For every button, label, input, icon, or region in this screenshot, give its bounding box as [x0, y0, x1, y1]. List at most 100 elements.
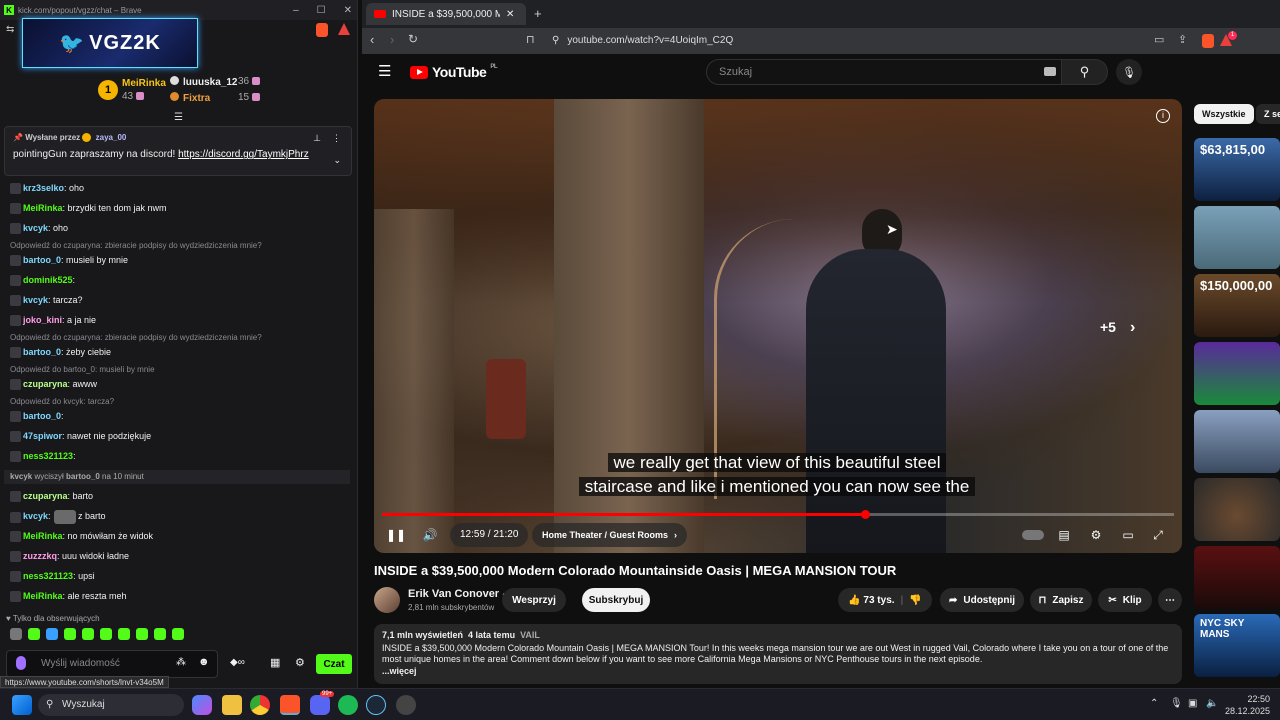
emote-icon[interactable] [172, 628, 184, 640]
share-button[interactable]: ➦ Udostępnij [940, 588, 1024, 612]
leader-name[interactable]: MeiRinka [122, 78, 166, 89]
related-thumbnail[interactable] [1194, 206, 1280, 269]
more-options-icon[interactable]: ⋮ [332, 133, 341, 144]
bookmark-icon[interactable]: ⊓ [526, 33, 535, 46]
cast-icon[interactable]: ▭ [1154, 33, 1164, 46]
brave-shield-icon[interactable] [1202, 34, 1214, 48]
windows-start-icon[interactable] [12, 695, 32, 715]
more-actions-button[interactable]: ⋯ [1158, 588, 1182, 612]
autoplay-toggle[interactable] [1020, 525, 1046, 545]
related-thumbnail[interactable]: NYC SKY MANS [1194, 614, 1280, 677]
chat-username[interactable]: kvcyk [23, 223, 48, 233]
minimize-button[interactable]: – [293, 5, 299, 16]
chat-username[interactable]: bartoo_0 [23, 255, 61, 265]
site-info-icon[interactable]: ⚲ [552, 35, 559, 46]
related-thumbnail[interactable] [1194, 478, 1280, 541]
url-field[interactable]: ⚲ youtube.com/watch?v=4UoiqIm_C2Q [542, 32, 1102, 50]
emote-icon[interactable] [28, 628, 40, 640]
microphone-tray-icon[interactable]: 🎙 [1170, 698, 1183, 709]
captions-button[interactable]: ▤ [1052, 523, 1076, 547]
tray-chevron-icon[interactable]: ⌃ [1150, 698, 1158, 709]
youtube-logo[interactable]: YouTube PL [410, 64, 497, 80]
emote-icon[interactable] [82, 628, 94, 640]
maximize-button[interactable]: ☐ [317, 5, 326, 16]
search-button[interactable]: ⚲ [1062, 59, 1108, 85]
clip-button[interactable]: ✂ Klip [1098, 588, 1152, 612]
chat-username[interactable]: MeiRinka [23, 531, 63, 541]
network-icon[interactable]: ▣ [1188, 698, 1197, 709]
info-icon[interactable]: i [1156, 109, 1170, 123]
chat-username[interactable]: ness321123 [23, 451, 73, 461]
pinned-link[interactable]: https://discord.gg/TaymkjPhrz [178, 149, 309, 160]
share-icon[interactable]: ⇆ [6, 24, 14, 35]
chrome-icon[interactable] [250, 695, 270, 715]
emote-icon[interactable] [46, 628, 58, 640]
save-button[interactable]: ⊓ Zapisz [1030, 588, 1092, 612]
emote-icon[interactable] [136, 628, 148, 640]
tab-close-icon[interactable]: ✕ [506, 9, 514, 20]
search-input[interactable]: Szukaj [706, 59, 1062, 85]
chat-message-input[interactable]: Wyślij wiadomość [6, 650, 218, 678]
chat-username[interactable]: krz3selko [23, 183, 64, 193]
new-tab-button[interactable]: + [534, 6, 542, 21]
share-page-icon[interactable]: ⇪ [1178, 33, 1187, 46]
chat-username[interactable]: kvcyk [23, 511, 48, 521]
chat-username[interactable]: joko_kini [23, 315, 62, 325]
channel-name[interactable]: Erik Van Conover [408, 588, 499, 600]
chat-username[interactable]: zuzzzkq [23, 551, 57, 561]
taskbar-search[interactable]: ⚲ Wyszukaj [38, 694, 184, 716]
pause-button[interactable]: ❚❚ [384, 523, 408, 547]
related-thumbnail[interactable]: $150,000,00 [1194, 274, 1280, 337]
dislike-icon[interactable]: 👎 [909, 595, 921, 606]
emote-icon[interactable] [10, 628, 22, 640]
hamburger-menu-icon[interactable]: ☰ [378, 62, 391, 80]
gift-box-icon[interactable]: ▦ [270, 656, 280, 669]
emote-icon[interactable] [118, 628, 130, 640]
chat-username[interactable]: czuparyna [23, 491, 68, 501]
unpin-icon[interactable]: ⊥ [313, 133, 321, 144]
microphone-icon[interactable] [16, 656, 26, 670]
back-button[interactable]: ‹ [370, 32, 374, 47]
more-clips-indicator[interactable]: +5 › [1100, 319, 1135, 337]
settings-gear-icon[interactable]: ⚙ [295, 656, 305, 669]
chat-send-button[interactable]: Czat [316, 654, 352, 674]
emote-icon[interactable] [154, 628, 166, 640]
chat-username[interactable]: bartoo_0 [66, 472, 100, 481]
keyboard-icon[interactable] [1044, 67, 1056, 76]
tab-youtube[interactable]: INSIDE a $39,500,000 Modern ✕ [366, 3, 526, 25]
like-button[interactable]: 👍 73 tys. [848, 595, 894, 606]
chat-username[interactable]: ness321123 [23, 571, 73, 581]
fullscreen-button[interactable]: ⤢ [1146, 523, 1170, 547]
chat-username[interactable]: MeiRinka [23, 591, 63, 601]
related-thumbnail[interactable] [1194, 342, 1280, 405]
video-description[interactable]: 7,1 mln wyświetleń 4 lata temu VAIL INSI… [374, 624, 1182, 684]
theater-mode-button[interactable]: ▭ [1116, 523, 1140, 547]
leader-name[interactable]: Fixtra [183, 93, 210, 104]
volume-button[interactable]: 🔊 [418, 523, 442, 547]
related-thumbnail[interactable] [1194, 410, 1280, 473]
emoji-icon[interactable]: ☻ [198, 656, 210, 668]
reload-button[interactable]: ↻ [408, 32, 418, 46]
progress-bar[interactable] [382, 510, 1174, 519]
filter-icon[interactable]: ☰ [174, 112, 183, 123]
chat-username[interactable]: MeiRinka [23, 203, 63, 213]
chip-from-series[interactable]: Z se [1256, 104, 1280, 124]
video-player[interactable]: i +5 › we really get that view of this be… [374, 99, 1182, 553]
join-button[interactable]: Wesprzyj [502, 588, 566, 612]
settings-button[interactable]: ⚙ [1084, 523, 1108, 547]
chip-all[interactable]: Wszystkie [1194, 104, 1254, 124]
brave-shield-icon[interactable] [316, 23, 328, 37]
expand-chevron-icon[interactable]: ⌄ [333, 155, 341, 166]
emote-icon[interactable] [64, 628, 76, 640]
chat-username[interactable]: 47spiwor [23, 431, 62, 441]
channel-points-icon[interactable]: ◆∞ [230, 657, 245, 668]
system-clock[interactable]: 22:50 28.12.2025 [1210, 693, 1270, 717]
related-thumbnail[interactable] [1194, 546, 1280, 609]
steam-icon[interactable] [366, 695, 386, 715]
brave-taskbar-icon[interactable] [280, 695, 300, 715]
copilot-icon[interactable] [192, 695, 212, 715]
chat-username[interactable]: bartoo_0 [23, 347, 61, 357]
chapter-button[interactable]: Home Theater / Guest Rooms › [532, 523, 688, 547]
pinned-author[interactable]: zaya_00 [96, 133, 127, 142]
emote-icon[interactable] [100, 628, 112, 640]
